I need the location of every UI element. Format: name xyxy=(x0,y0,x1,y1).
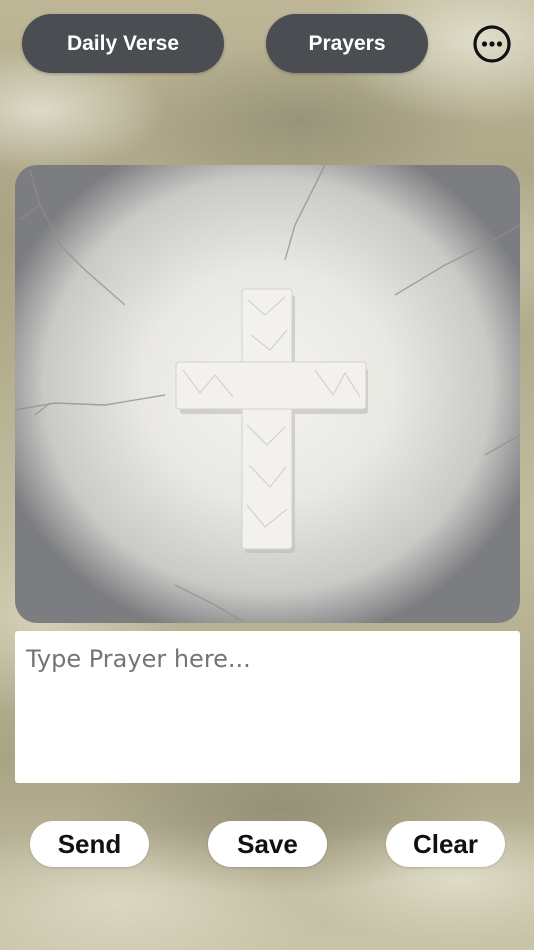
save-button[interactable]: Save xyxy=(208,821,327,867)
cross-icon xyxy=(15,165,520,623)
prayer-input-box[interactable] xyxy=(15,631,520,783)
prayers-button[interactable]: Prayers xyxy=(266,14,428,73)
cross-image xyxy=(15,165,520,623)
prayers-label: Prayers xyxy=(308,31,386,55)
send-button[interactable]: Send xyxy=(30,821,149,867)
clear-label: Clear xyxy=(412,828,479,859)
prayer-input[interactable] xyxy=(15,631,520,783)
daily-verse-label: Daily Verse xyxy=(66,31,180,55)
save-label: Save xyxy=(237,828,298,859)
clear-button[interactable]: Clear xyxy=(386,821,505,867)
send-label: Send xyxy=(57,828,122,859)
daily-verse-button[interactable]: Daily Verse xyxy=(22,14,224,73)
more-options-icon[interactable] xyxy=(472,24,512,64)
